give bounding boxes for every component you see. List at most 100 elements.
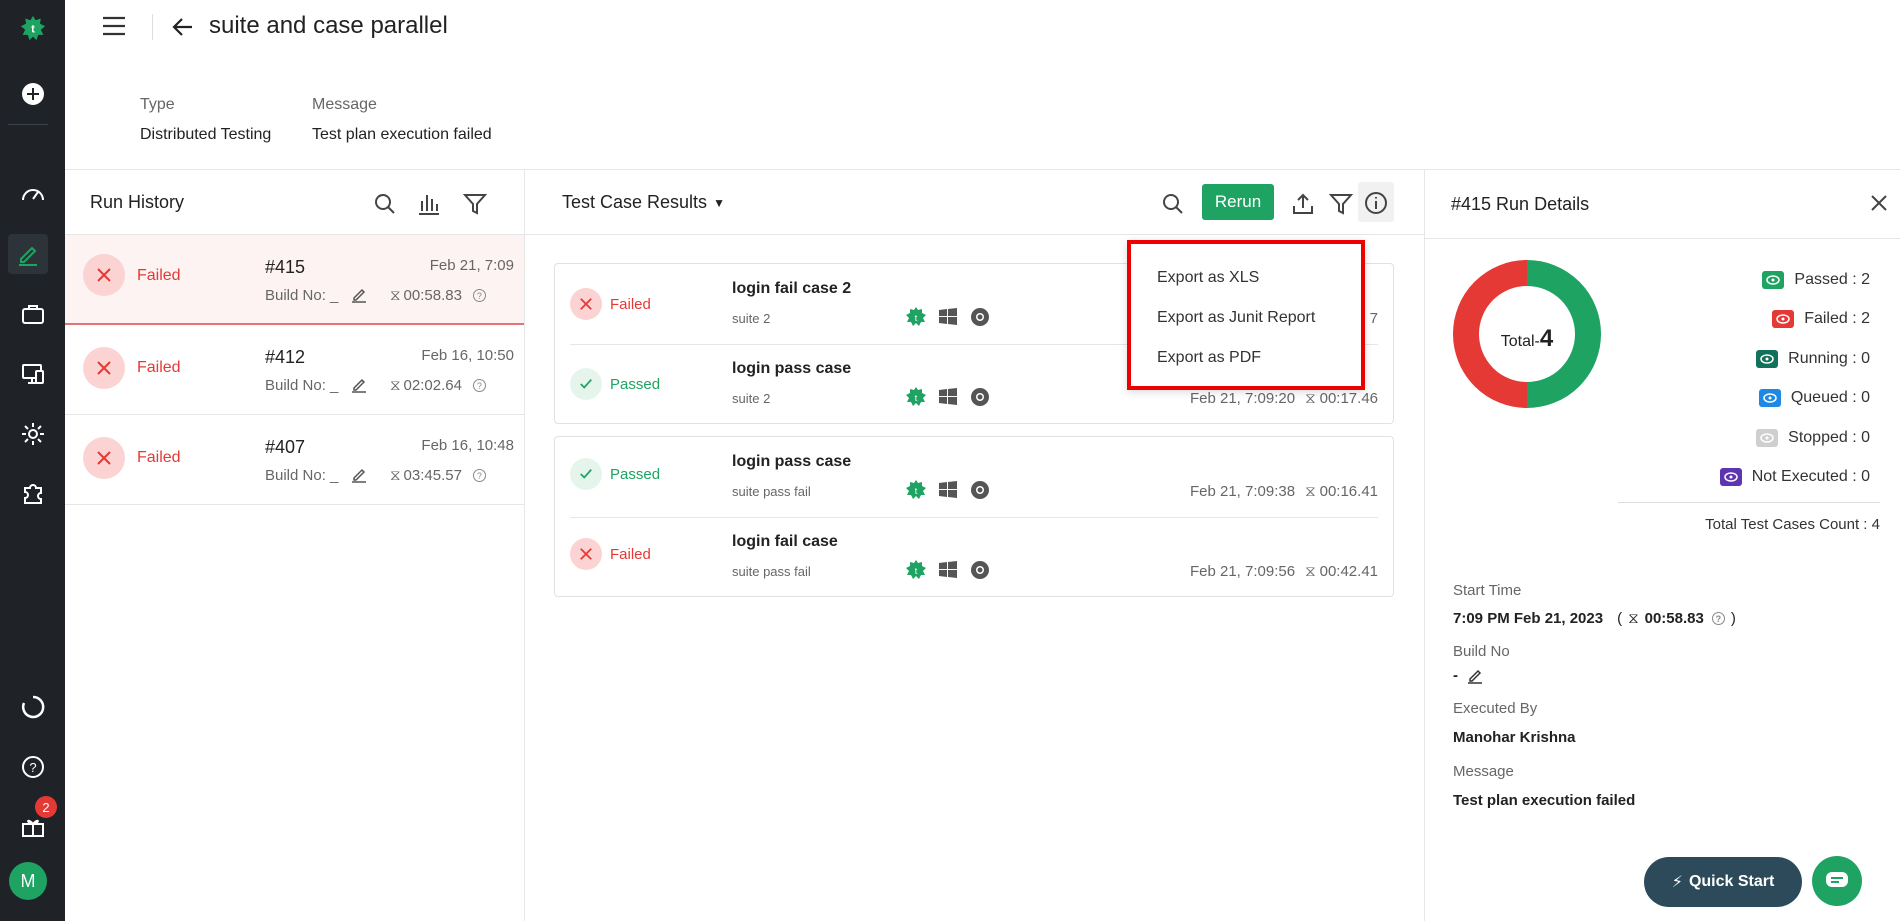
case-suite: suite pass fail <box>732 484 811 499</box>
filter-icon[interactable] <box>462 191 488 217</box>
help-icon[interactable]: ? <box>472 289 486 302</box>
help-icon[interactable]: ? <box>0 747 65 787</box>
edit-icon[interactable] <box>350 375 368 393</box>
chat-icon <box>1826 872 1848 887</box>
case-status: Passed <box>610 376 661 393</box>
run-duration: ⧖ 02:02.64? <box>390 377 486 394</box>
addons-puzzle-icon[interactable] <box>0 473 65 513</box>
quick-start-button[interactable]: ⚡ Quick Start <box>1644 857 1802 907</box>
help-icon[interactable]: ? <box>472 379 486 392</box>
run-item-415[interactable]: Failed #415 Feb 21, 7:09 Build No: _ ⧖ 00… <box>65 235 524 325</box>
search-icon[interactable] <box>1160 191 1186 217</box>
case-row-login-pass-case[interactable]: Passed login pass case suite pass fail t… <box>555 437 1393 517</box>
case-row-login-fail-case[interactable]: Failed login fail case suite pass fail t… <box>555 517 1393 597</box>
edit-icon[interactable] <box>1466 666 1484 684</box>
run-status: Failed <box>137 359 181 376</box>
help-icon[interactable]: ? <box>1711 612 1725 625</box>
run-status: Failed <box>137 267 181 284</box>
case-name[interactable]: login pass case <box>732 360 851 378</box>
avatar[interactable]: M <box>9 862 47 900</box>
chat-button[interactable] <box>1812 856 1862 906</box>
run-item-412[interactable]: Failed #412 Feb 16, 10:50 Build No: _ ⧖ 0… <box>65 325 524 415</box>
briefcase-icon[interactable] <box>0 294 65 334</box>
info-icon[interactable] <box>1363 190 1389 216</box>
hourglass-icon: ⧖ <box>1305 563 1316 580</box>
case-name[interactable]: login pass case <box>732 453 851 471</box>
run-details-title: #415 Run Details <box>1451 194 1590 214</box>
svg-text:?: ? <box>29 760 36 775</box>
export-junit-option[interactable]: Export as Junit Report <box>1157 309 1315 327</box>
hourglass-icon: ⧖ <box>390 287 401 304</box>
not-executed-eye-icon <box>1719 468 1742 486</box>
case-name[interactable]: login fail case 2 <box>732 280 851 298</box>
case-environment: t <box>905 559 991 581</box>
stopped-eye-icon <box>1756 429 1779 447</box>
rerun-button[interactable]: Rerun <box>1202 184 1274 220</box>
legend-queued: Queued : 0 <box>1758 389 1870 407</box>
left-nav: t ? 2 M <box>0 0 65 921</box>
upload-export-icon[interactable] <box>1290 191 1316 217</box>
message-value: Test plan execution failed <box>312 126 492 143</box>
run-build: Build No: _ <box>265 287 339 304</box>
failed-status-icon <box>83 254 125 296</box>
run-build: Build No: _ <box>265 467 339 484</box>
add-icon[interactable] <box>0 74 65 114</box>
case-suite: suite 2 <box>732 391 771 406</box>
back-arrow-icon[interactable] <box>170 14 196 40</box>
failed-eye-icon <box>1772 310 1795 328</box>
gift-icon[interactable] <box>0 807 65 847</box>
settings-icon[interactable] <box>0 414 65 454</box>
chart-icon[interactable] <box>416 191 442 217</box>
edit-icon[interactable] <box>350 465 368 483</box>
export-menu: Export as XLS Export as Junit Report Exp… <box>1127 240 1365 390</box>
search-icon[interactable] <box>372 191 398 217</box>
run-item-407[interactable]: Failed #407 Feb 16, 10:48 Build No: _ ⧖ 0… <box>65 415 524 505</box>
donut-total: Total - 4 <box>1490 325 1564 353</box>
test-case-results-dropdown[interactable]: Test Case Results ▼ <box>562 192 725 213</box>
total-test-cases-count: Total Test Cases Count : 4 <box>1705 516 1880 533</box>
close-icon[interactable] <box>1868 192 1890 214</box>
donut-total-value: 4 <box>1539 325 1554 352</box>
test-development-icon[interactable] <box>8 234 48 274</box>
failed-status-icon <box>570 288 602 320</box>
dashboard-icon[interactable] <box>0 175 65 215</box>
menu-icon[interactable] <box>101 14 127 38</box>
loading-status-icon[interactable] <box>0 687 65 727</box>
case-time: Feb 21, 7:09:38 ⧖ 00:16.41 <box>1189 483 1378 500</box>
run-message-label: Message <box>1453 763 1514 780</box>
queued-eye-icon <box>1758 389 1781 407</box>
run-date: Feb 16, 10:50 <box>421 347 514 364</box>
case-time: Feb 21, 7:09:20 ⧖ 00:17.46 <box>1189 390 1378 407</box>
devices-icon[interactable] <box>0 354 65 394</box>
legend-running: Running : 0 <box>1756 350 1870 368</box>
case-status: Passed <box>610 466 661 483</box>
failed-status-icon <box>83 437 125 479</box>
legend-stopped: Stopped : 0 <box>1756 429 1870 447</box>
logo-icon[interactable]: t <box>0 8 65 48</box>
failed-status-icon <box>570 538 602 570</box>
start-time-value: 7:09 PM Feb 21, 2023 (⧖ 00:58.83 ?) <box>1453 610 1736 627</box>
filter-icon[interactable] <box>1328 191 1354 217</box>
edit-icon[interactable] <box>350 285 368 303</box>
executed-by-value: Manohar Krishna <box>1453 729 1576 746</box>
hourglass-icon: ⧖ <box>1305 483 1316 500</box>
lightning-icon: ⚡ <box>1671 874 1683 891</box>
message-label: Message <box>312 96 377 113</box>
case-time: Feb 21, 7:09:56 ⧖ 00:42.41 <box>1189 563 1378 580</box>
chrome-icon <box>971 481 989 499</box>
export-pdf-option[interactable]: Export as PDF <box>1157 349 1261 367</box>
run-id: #412 <box>265 347 306 367</box>
run-status: Failed <box>137 449 181 466</box>
type-label: Type <box>140 96 175 113</box>
passed-status-icon <box>570 458 602 490</box>
export-xls-option[interactable]: Export as XLS <box>1157 269 1259 287</box>
help-icon[interactable]: ? <box>472 469 486 482</box>
case-environment: t <box>905 479 991 501</box>
case-name[interactable]: login fail case <box>732 533 838 551</box>
hourglass-icon: ⧖ <box>390 377 401 394</box>
donut-total-label: Total <box>1500 333 1535 350</box>
legend-failed: Failed : 2 <box>1772 310 1870 328</box>
type-value: Distributed Testing <box>140 126 272 143</box>
run-build: Build No: _ <box>265 377 339 394</box>
notification-badge: 2 <box>35 796 57 818</box>
